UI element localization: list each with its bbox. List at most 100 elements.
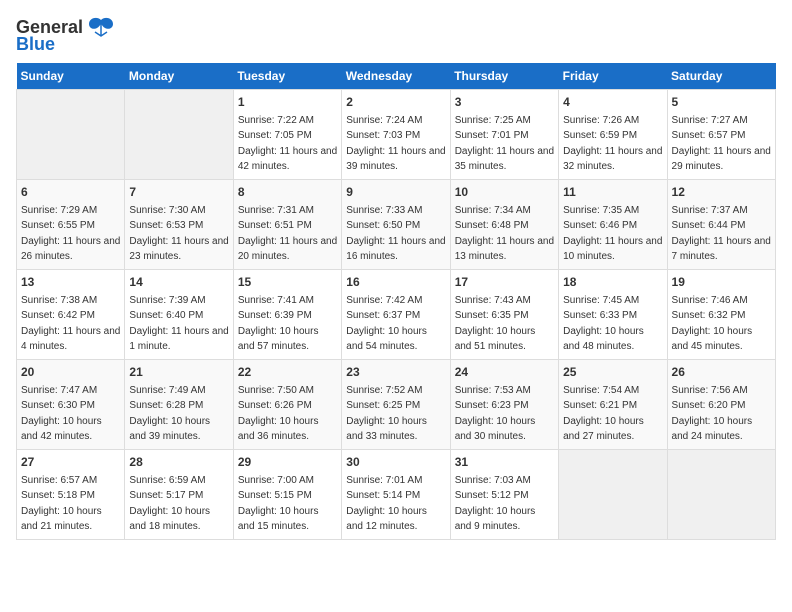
- calendar-cell: 10Sunrise: 7:34 AMSunset: 6:48 PMDayligh…: [450, 180, 558, 270]
- day-sunrise: Sunrise: 7:54 AM: [563, 385, 639, 396]
- calendar-cell: 31Sunrise: 7:03 AMSunset: 5:12 PMDayligh…: [450, 450, 558, 540]
- day-sunrise: Sunrise: 7:50 AM: [238, 385, 314, 396]
- day-daylight: Daylight: 11 hours and 16 minutes.: [346, 236, 445, 262]
- calendar-cell: 7Sunrise: 7:30 AMSunset: 6:53 PMDaylight…: [125, 180, 233, 270]
- calendar-cell: 14 Sunrise: 7:39 AM Sunset: 6:40 PM Dayligh…: [125, 270, 233, 360]
- day-number: 21: [129, 364, 228, 381]
- day-number: 2: [346, 94, 445, 111]
- calendar-cell: 30Sunrise: 7:01 AMSunset: 5:14 PMDayligh…: [342, 450, 450, 540]
- calendar-week-4: 20Sunrise: 7:47 AMSunset: 6:30 PMDayligh…: [17, 360, 776, 450]
- day-sunset: Sunset: 6:46 PM: [563, 220, 637, 231]
- day-daylight: Daylight: 10 hours and 27 minutes.: [563, 416, 644, 442]
- day-sunset: Sunset: 6:21 PM: [563, 400, 637, 411]
- day-sunrise: Sunrise: 7:01 AM: [346, 475, 422, 486]
- day-sunrise: Sunrise: 6:57 AM: [21, 475, 97, 486]
- day-number: 4: [563, 94, 662, 111]
- day-sunrise: Sunrise: 7:03 AM: [455, 475, 531, 486]
- weekday-header-saturday: Saturday: [667, 63, 775, 90]
- day-sunset: Sunset: 6:28 PM: [129, 400, 203, 411]
- weekday-header-monday: Monday: [125, 63, 233, 90]
- day-sunrise: Sunrise: 7:33 AM: [346, 205, 422, 216]
- day-sunrise: Sunrise: 7:49 AM: [129, 385, 205, 396]
- day-daylight: Daylight: 10 hours and 45 minutes.: [672, 326, 753, 352]
- day-number: 28: [129, 454, 228, 471]
- day-number: 10: [455, 184, 554, 201]
- day-number: 12: [672, 184, 771, 201]
- day-sunset: Sunset: 5:17 PM: [129, 490, 203, 501]
- day-daylight: Daylight: 11 hours and 42 minutes.: [238, 146, 337, 172]
- day-number: 5: [672, 94, 771, 111]
- day-sunset: Sunset: 6:57 PM: [672, 130, 746, 141]
- day-sunset: Sunset: 7:01 PM: [455, 130, 529, 141]
- day-sunrise: Sunrise: 6:59 AM: [129, 475, 205, 486]
- day-sunrise: Sunrise: 7:42 AM: [346, 295, 422, 306]
- day-number: 14: [129, 274, 228, 291]
- day-daylight: Daylight: 10 hours and 9 minutes.: [455, 506, 536, 532]
- weekday-header-wednesday: Wednesday: [342, 63, 450, 90]
- calendar-cell: 6Sunrise: 7:29 AMSunset: 6:55 PMDaylight…: [17, 180, 125, 270]
- day-sunrise: Sunrise: 7:41 AM: [238, 295, 314, 306]
- calendar-cell: 25 Sunrise: 7:54 AM Sunset: 6:21 PM Dayligh…: [559, 360, 667, 450]
- day-daylight: Daylight: 10 hours and 54 minutes.: [346, 326, 427, 352]
- day-number: 23: [346, 364, 445, 381]
- calendar-cell: 20Sunrise: 7:47 AMSunset: 6:30 PMDayligh…: [17, 360, 125, 450]
- day-daylight: Daylight: 11 hours and 29 minutes.: [672, 146, 771, 172]
- day-daylight: Daylight: 10 hours and 24 minutes.: [672, 416, 753, 442]
- calendar-cell: 8Sunrise: 7:31 AMSunset: 6:51 PMDaylight…: [233, 180, 341, 270]
- day-sunrise: Sunrise: 7:35 AM: [563, 205, 639, 216]
- day-number: 17: [455, 274, 554, 291]
- day-sunset: Sunset: 7:03 PM: [346, 130, 420, 141]
- day-daylight: Daylight: 11 hours and 4 minutes.: [21, 326, 120, 352]
- day-number: 26: [672, 364, 771, 381]
- day-sunset: Sunset: 6:42 PM: [21, 310, 95, 321]
- day-daylight: Daylight: 10 hours and 48 minutes.: [563, 326, 644, 352]
- day-sunset: Sunset: 6:39 PM: [238, 310, 312, 321]
- weekday-header-tuesday: Tuesday: [233, 63, 341, 90]
- day-sunrise: Sunrise: 7:30 AM: [129, 205, 205, 216]
- page-header: General Blue: [16, 16, 776, 55]
- calendar-cell: 23Sunrise: 7:52 AMSunset: 6:25 PMDayligh…: [342, 360, 450, 450]
- day-daylight: Daylight: 10 hours and 15 minutes.: [238, 506, 319, 532]
- calendar-cell: 4 Sunrise: 7:26 AM Sunset: 6:59 PM Daylight…: [559, 90, 667, 180]
- day-sunset: Sunset: 6:59 PM: [563, 130, 637, 141]
- day-daylight: Daylight: 11 hours and 32 minutes.: [563, 146, 662, 172]
- calendar-cell: [667, 450, 775, 540]
- calendar-cell: [17, 90, 125, 180]
- day-sunset: Sunset: 5:14 PM: [346, 490, 420, 501]
- day-number: 19: [672, 274, 771, 291]
- calendar-cell: 29Sunrise: 7:00 AMSunset: 5:15 PMDayligh…: [233, 450, 341, 540]
- day-sunset: Sunset: 6:50 PM: [346, 220, 420, 231]
- calendar-cell: 13Sunrise: 7:38 AMSunset: 6:42 PMDayligh…: [17, 270, 125, 360]
- day-sunset: Sunset: 6:23 PM: [455, 400, 529, 411]
- day-daylight: Daylight: 11 hours and 1 minute.: [129, 326, 228, 352]
- day-daylight: Daylight: 10 hours and 21 minutes.: [21, 506, 102, 532]
- calendar-cell: 5Sunrise: 7:27 AMSunset: 6:57 PMDaylight…: [667, 90, 775, 180]
- day-number: 20: [21, 364, 120, 381]
- calendar-cell: 2Sunrise: 7:24 AMSunset: 7:03 PMDaylight…: [342, 90, 450, 180]
- day-daylight: Daylight: 10 hours and 30 minutes.: [455, 416, 536, 442]
- day-number: 6: [21, 184, 120, 201]
- day-daylight: Daylight: 11 hours and 23 minutes.: [129, 236, 228, 262]
- day-sunrise: Sunrise: 7:45 AM: [563, 295, 639, 306]
- calendar-cell: 27Sunrise: 6:57 AMSunset: 5:18 PMDayligh…: [17, 450, 125, 540]
- calendar-cell: 21Sunrise: 7:49 AMSunset: 6:28 PMDayligh…: [125, 360, 233, 450]
- day-sunset: Sunset: 6:35 PM: [455, 310, 529, 321]
- calendar-cell: 3Sunrise: 7:25 AMSunset: 7:01 PMDaylight…: [450, 90, 558, 180]
- calendar-table: SundayMondayTuesdayWednesdayThursdayFrid…: [16, 63, 776, 540]
- day-sunrise: Sunrise: 7:46 AM: [672, 295, 748, 306]
- day-number: 25: [563, 364, 662, 381]
- day-sunset: Sunset: 6:40 PM: [129, 310, 203, 321]
- day-sunrise: Sunrise: 7:52 AM: [346, 385, 422, 396]
- day-number: 24: [455, 364, 554, 381]
- calendar-cell: 22Sunrise: 7:50 AMSunset: 6:26 PMDayligh…: [233, 360, 341, 450]
- day-daylight: Daylight: 10 hours and 51 minutes.: [455, 326, 536, 352]
- day-sunrise: Sunrise: 7:39 AM: [129, 295, 205, 306]
- calendar-week-5: 27Sunrise: 6:57 AMSunset: 5:18 PMDayligh…: [17, 450, 776, 540]
- day-sunset: Sunset: 6:30 PM: [21, 400, 95, 411]
- day-sunset: Sunset: 5:18 PM: [21, 490, 95, 501]
- day-sunrise: Sunrise: 7:38 AM: [21, 295, 97, 306]
- day-number: 16: [346, 274, 445, 291]
- day-sunrise: Sunrise: 7:26 AM: [563, 115, 639, 126]
- day-number: 3: [455, 94, 554, 111]
- weekday-header-friday: Friday: [559, 63, 667, 90]
